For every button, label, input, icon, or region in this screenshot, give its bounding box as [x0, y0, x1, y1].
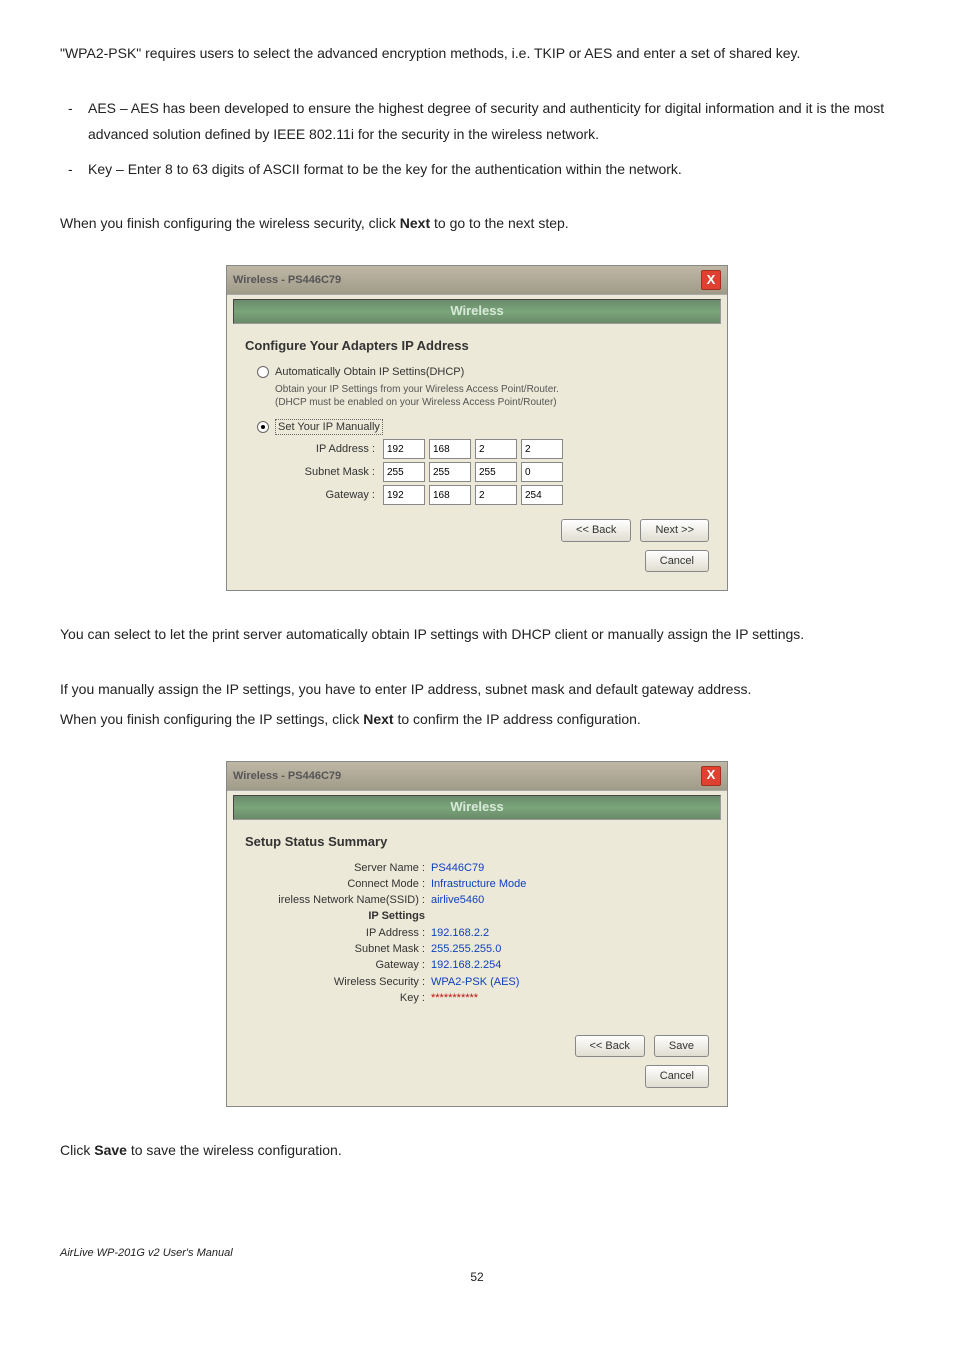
- gateway-row: Gateway :: [285, 485, 709, 505]
- radio-manual[interactable]: Set Your IP Manually: [257, 419, 709, 435]
- ip-octet-2[interactable]: [429, 439, 471, 459]
- window-title: Wireless - PS446C79: [233, 769, 341, 783]
- paragraph-dhcp-or-manual: You can select to let the print server a…: [60, 621, 894, 648]
- summary-row: Subnet Mask :255.255.255.0: [245, 942, 709, 956]
- field-label: Subnet Mask :: [285, 465, 379, 479]
- mask-octet-1[interactable]: [383, 462, 425, 482]
- page-number: 52: [60, 1266, 894, 1289]
- summary-label: Server Name :: [245, 861, 431, 875]
- summary-label: Subnet Mask :: [245, 942, 431, 956]
- summary-label: IP Address :: [245, 926, 431, 940]
- summary-value: airlive5460: [431, 893, 484, 907]
- summary-value: 255.255.255.0: [431, 942, 501, 956]
- ip-octet-3[interactable]: [475, 439, 517, 459]
- summary-value: ***********: [431, 991, 478, 1005]
- subnet-mask-row: Subnet Mask :: [285, 462, 709, 482]
- dialog-configure-ip: Wireless - PS446C79 X Wireless Configure…: [226, 265, 728, 591]
- summary-label: ireless Network Name(SSID) :: [245, 893, 431, 907]
- gw-octet-1[interactable]: [383, 485, 425, 505]
- ip-settings-heading: IP Settings: [245, 909, 431, 923]
- summary-row: Key :***********: [245, 991, 709, 1005]
- summary-row: Wireless Security :WPA2-PSK (AES): [245, 975, 709, 989]
- bullet-key: Key – Enter 8 to 63 digits of ASCII form…: [60, 156, 894, 183]
- banner-wireless: Wireless: [233, 299, 721, 324]
- back-button[interactable]: << Back: [561, 519, 631, 541]
- radio-label: Automatically Obtain IP Settins(DHCP): [275, 365, 464, 379]
- close-icon[interactable]: X: [701, 270, 721, 290]
- summary-value: PS446C79: [431, 861, 484, 875]
- summary-label: Gateway :: [245, 958, 431, 972]
- field-label: Gateway :: [285, 488, 379, 502]
- paragraph-next-step: When you finish configuring the wireless…: [60, 210, 894, 237]
- summary-value: 192.168.2.254: [431, 958, 501, 972]
- summary-label: Wireless Security :: [245, 975, 431, 989]
- radio-dhcp[interactable]: Automatically Obtain IP Settins(DHCP): [257, 365, 709, 379]
- footer-manual-title: AirLive WP-201G v2 User's Manual: [60, 1243, 894, 1264]
- ip-octet-1[interactable]: [383, 439, 425, 459]
- ip-address-row: IP Address :: [285, 439, 709, 459]
- hint-text: Obtain your IP Settings from your Wirele…: [275, 383, 709, 409]
- summary-value: WPA2-PSK (AES): [431, 975, 519, 989]
- radio-icon: [257, 421, 269, 433]
- summary-row: Server Name :PS446C79: [245, 861, 709, 875]
- bullet-list: AES – AES has been developed to ensure t…: [60, 95, 894, 183]
- summary-label: Connect Mode :: [245, 877, 431, 891]
- gw-octet-3[interactable]: [475, 485, 517, 505]
- cancel-button[interactable]: Cancel: [645, 550, 709, 572]
- radio-icon: [257, 366, 269, 378]
- summary-row: ireless Network Name(SSID) :airlive5460: [245, 893, 709, 907]
- paragraph-manual-assign: If you manually assign the IP settings, …: [60, 676, 894, 703]
- back-button[interactable]: << Back: [575, 1035, 645, 1057]
- paragraph-click-save: Click Save to save the wireless configur…: [60, 1137, 894, 1164]
- titlebar: Wireless - PS446C79 X: [227, 266, 727, 295]
- summary-row: IP Address :192.168.2.2: [245, 926, 709, 940]
- paragraph-wpa2: "WPA2-PSK" requires users to select the …: [60, 40, 894, 67]
- gw-octet-4[interactable]: [521, 485, 563, 505]
- section-title: Setup Status Summary: [245, 834, 709, 851]
- window-title: Wireless - PS446C79: [233, 273, 341, 287]
- field-label: IP Address :: [285, 442, 379, 456]
- titlebar: Wireless - PS446C79 X: [227, 762, 727, 791]
- mask-octet-4[interactable]: [521, 462, 563, 482]
- dialog-status-summary: Wireless - PS446C79 X Wireless Setup Sta…: [226, 761, 728, 1107]
- summary-label: Key :: [245, 991, 431, 1005]
- next-button[interactable]: Next >>: [640, 519, 709, 541]
- summary-value: 192.168.2.2: [431, 926, 489, 940]
- paragraph-confirm-ip: When you finish configuring the IP setti…: [60, 706, 894, 733]
- bullet-aes: AES – AES has been developed to ensure t…: [60, 95, 894, 148]
- ip-octet-4[interactable]: [521, 439, 563, 459]
- summary-value: Infrastructure Mode: [431, 877, 526, 891]
- save-button[interactable]: Save: [654, 1035, 709, 1057]
- radio-label: Set Your IP Manually: [275, 419, 383, 435]
- cancel-button[interactable]: Cancel: [645, 1065, 709, 1087]
- banner-wireless: Wireless: [233, 795, 721, 820]
- gw-octet-2[interactable]: [429, 485, 471, 505]
- mask-octet-2[interactable]: [429, 462, 471, 482]
- section-title: Configure Your Adapters IP Address: [245, 338, 709, 355]
- mask-octet-3[interactable]: [475, 462, 517, 482]
- summary-row: Connect Mode :Infrastructure Mode: [245, 877, 709, 891]
- summary-row: Gateway :192.168.2.254: [245, 958, 709, 972]
- close-icon[interactable]: X: [701, 766, 721, 786]
